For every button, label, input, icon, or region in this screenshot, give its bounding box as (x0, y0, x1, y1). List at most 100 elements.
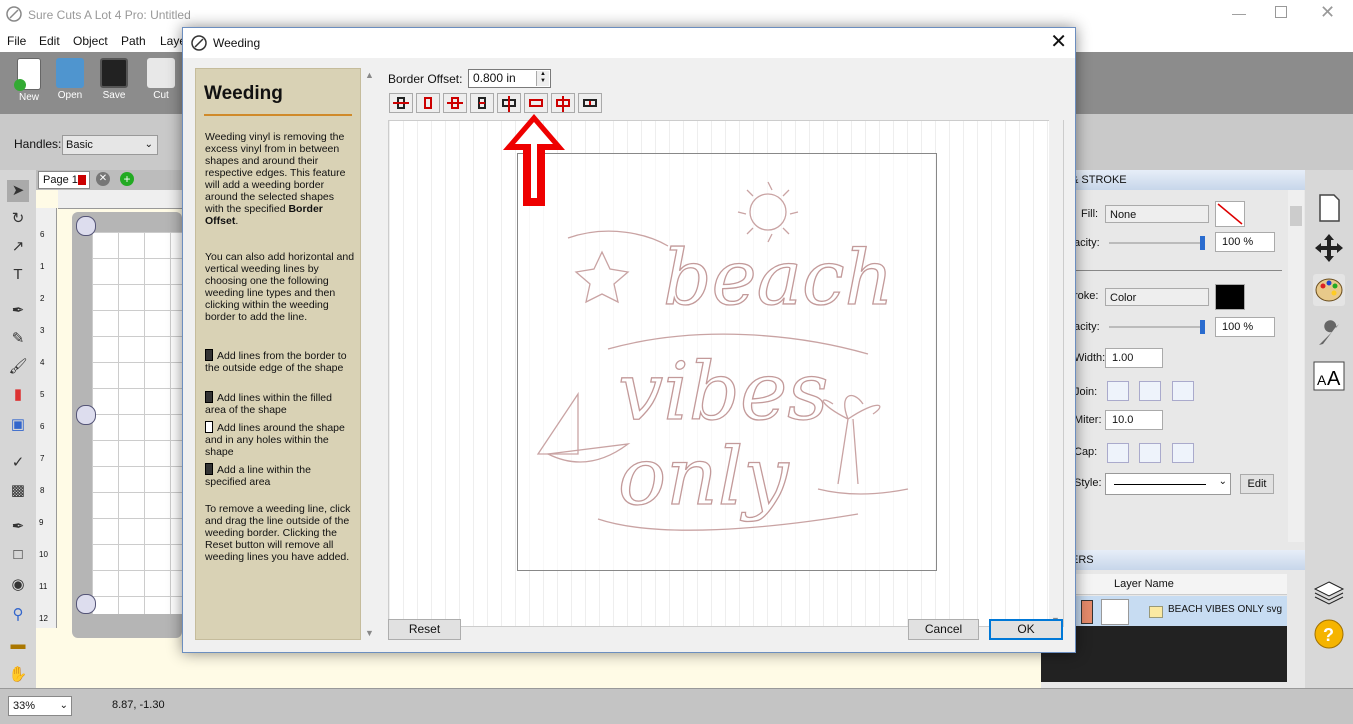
help-title: Weeding (204, 83, 283, 104)
page-tab[interactable]: Page 1 (38, 171, 90, 189)
pan-tool-icon[interactable]: ✋ (7, 664, 29, 686)
mat-grid[interactable] (92, 232, 182, 614)
save-button[interactable]: Save (94, 58, 134, 101)
layer-folder-icon (1149, 606, 1163, 618)
eraser-tool-icon[interactable]: ▮ (7, 384, 29, 406)
handles-dropdown[interactable]: Basic ⌄ (62, 135, 158, 155)
eyedropper-tool-icon[interactable]: ✓ (7, 452, 29, 474)
weeding-line-area-vertical-button[interactable] (578, 93, 602, 113)
gradient-tool-icon[interactable]: ▩ (7, 480, 29, 502)
border-offset-label: Border Offset: (388, 72, 463, 86)
pen-tool-icon[interactable]: ✒ (7, 300, 29, 322)
cap-round-icon[interactable] (1139, 443, 1161, 463)
maximize-icon[interactable] (1275, 6, 1287, 18)
cap-butt-icon[interactable] (1107, 443, 1129, 463)
measure-tool-icon[interactable]: ▬ (7, 634, 29, 656)
join-bevel-icon[interactable] (1172, 381, 1194, 401)
direct-select-tool-icon[interactable]: ↗ (7, 236, 29, 258)
menu-edit[interactable]: Edit (39, 34, 60, 48)
contour-tool-icon[interactable]: ◉ (7, 574, 29, 596)
weeding-line-around-horizontal-button[interactable] (443, 93, 467, 113)
resize-handle-icon[interactable] (76, 405, 96, 425)
layers-header: ERS (1041, 550, 1305, 570)
reset-button[interactable]: Reset (388, 619, 461, 640)
fill-none-swatch[interactable] (1215, 201, 1245, 227)
app-logo-icon (191, 35, 207, 51)
close-page-icon[interactable]: ✕ (96, 172, 110, 186)
edit-style-button[interactable]: Edit (1240, 474, 1274, 494)
stroke-opacity-spinner[interactable]: 100 % (1215, 317, 1275, 337)
stroke-style-dropdown[interactable]: ⌄ (1105, 473, 1231, 495)
stroke-dropdown[interactable]: Color (1105, 288, 1209, 306)
svg-text:A: A (1317, 372, 1327, 388)
weeding-line-area-icon (205, 463, 213, 475)
stroke-width-spinner[interactable]: 1.00 (1105, 348, 1163, 368)
pencil-tool-icon[interactable]: ✎ (7, 328, 29, 350)
cancel-button[interactable]: Cancel (908, 619, 979, 640)
knife-tool-icon[interactable]: ✒ (7, 516, 29, 538)
zoom-tool-icon[interactable]: ⚲ (7, 604, 29, 626)
join-miter-icon[interactable] (1107, 381, 1129, 401)
weeding-line-within-vertical-button[interactable] (524, 93, 548, 113)
weeding-line-area-horizontal-button[interactable] (470, 93, 494, 113)
menu-file[interactable]: File (7, 34, 26, 48)
palette-icon[interactable] (1313, 274, 1345, 306)
stroke-color-swatch[interactable] (1215, 284, 1245, 310)
fill-stroke-header: & STROKE (1041, 170, 1305, 190)
fill-opacity-spinner[interactable]: 100 % (1215, 232, 1275, 252)
weeding-line-outside-horizontal-button[interactable] (389, 93, 413, 113)
move-arrows-icon[interactable] (1313, 232, 1345, 264)
join-round-icon[interactable] (1139, 381, 1161, 401)
add-page-icon[interactable]: + (120, 172, 134, 186)
help-icon[interactable]: ? (1313, 618, 1345, 650)
stroke-opacity-slider[interactable] (1109, 320, 1205, 334)
weeding-line-around-vertical-button[interactable] (551, 93, 575, 113)
close-icon[interactable]: ✕ (1320, 2, 1335, 23)
transform-tool-icon[interactable]: □ (7, 544, 29, 566)
open-button[interactable]: Open (50, 58, 90, 101)
scroll-down-icon[interactable]: ▼ (365, 628, 374, 638)
weeding-line-within-horizontal-button[interactable] (416, 93, 440, 113)
spinner-arrows-icon[interactable]: ▲ ▼ (536, 71, 549, 86)
brush-tool-icon[interactable]: 🖌 (7, 356, 29, 378)
weeding-line-outside-vertical-button[interactable] (497, 93, 521, 113)
node-edit-tool-icon[interactable]: ↻ (7, 208, 29, 230)
border-offset-input[interactable]: 0.800 in ▲ ▼ (468, 69, 551, 88)
help-title-rule (204, 114, 352, 116)
scroll-up-icon[interactable]: ▲ (365, 70, 374, 80)
rotate-handle-icon[interactable] (76, 216, 96, 236)
layers-stack-icon[interactable] (1313, 576, 1345, 608)
preview-scrollbar[interactable]: ▼ (1049, 120, 1063, 627)
fill-opacity-slider[interactable] (1109, 236, 1205, 250)
status-bar: 33% ⌄ 8.87, -1.30 (0, 688, 1353, 724)
help-paragraph-2: You can also add horizontal and vertical… (205, 251, 355, 323)
weeding-border[interactable]: beach vibes only (517, 153, 937, 571)
menu-object[interactable]: Object (73, 34, 108, 48)
document-icon[interactable] (1313, 192, 1345, 224)
zoom-dropdown[interactable]: 33% ⌄ (8, 696, 72, 716)
fill-dropdown[interactable]: None (1105, 205, 1209, 223)
select-tool-icon[interactable]: ➤ (7, 180, 29, 202)
close-icon[interactable]: ✕ (1050, 31, 1067, 53)
rotate-handle-bottom-icon[interactable] (76, 594, 96, 614)
miter-spinner[interactable]: 10.0 (1105, 410, 1163, 430)
cut-button[interactable]: Cut (141, 58, 181, 101)
layer-row[interactable]: BEACH VIBES ONLY svg (1041, 596, 1287, 626)
no-fill-icon (1217, 203, 1243, 225)
help-scrollbar[interactable]: ▲ ▼ (363, 68, 377, 640)
help-panel: Weeding Weeding vinyl is removing the ex… (195, 68, 361, 640)
new-button[interactable]: New (9, 58, 49, 103)
svg-text:?: ? (1323, 625, 1334, 645)
cap-square-icon[interactable] (1172, 443, 1194, 463)
ok-button[interactable]: OK (989, 619, 1063, 640)
artwork-word-beach: beach (663, 233, 893, 322)
wrench-icon[interactable] (1313, 318, 1345, 350)
panel-scrollbar[interactable] (1288, 190, 1304, 542)
minimize-icon[interactable]: — (1232, 5, 1246, 21)
text-tool-icon[interactable]: T (7, 264, 29, 286)
layer-name: BEACH VIBES ONLY svg (1168, 604, 1283, 615)
chevron-down-icon: ⌄ (59, 700, 68, 711)
font-size-icon[interactable]: AA (1313, 360, 1345, 392)
menu-path[interactable]: Path (121, 34, 146, 48)
shape-tool-icon[interactable]: ▣ (7, 414, 29, 436)
